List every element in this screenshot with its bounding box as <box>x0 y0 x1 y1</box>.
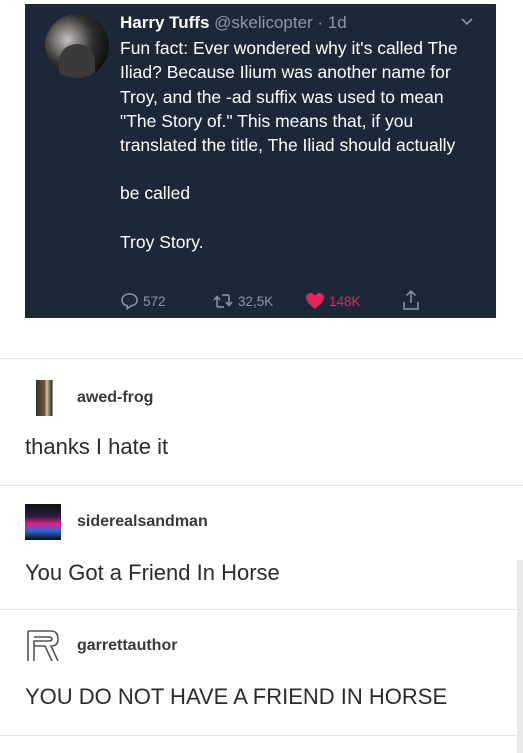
reblog-header: siderealsandman <box>25 504 208 540</box>
tweet-paragraph: Fun fact: Ever wondered why it's called … <box>120 38 458 156</box>
divider <box>0 735 523 736</box>
tweet-paragraph: be called <box>120 183 191 204</box>
tweet-author-avatar[interactable] <box>45 14 109 78</box>
tweet-actions: 572 32,5K 148K <box>120 289 460 314</box>
tweet-author-name[interactable]: Harry Tuffs <box>120 13 209 32</box>
like-count: 148K <box>329 293 361 309</box>
username[interactable]: siderealsandman <box>77 513 208 531</box>
letter-r-avatar-icon[interactable] <box>25 628 61 664</box>
retweet-count: 32,5K <box>238 293 274 309</box>
reblog-text: YOU DO NOT HAVE A FRIEND IN HORSE <box>25 684 448 709</box>
username[interactable]: garrettauthor <box>77 637 177 655</box>
reblog-text: You Got a Friend In Horse <box>25 560 280 585</box>
divider <box>0 609 523 610</box>
neon-avatar-icon[interactable] <box>25 504 61 540</box>
reply-count: 572 <box>143 293 166 309</box>
share-icon <box>403 289 419 310</box>
divider <box>0 485 523 486</box>
chevron-down-icon[interactable] <box>460 17 474 27</box>
reblog-header: garrettauthor <box>25 628 177 664</box>
retweet-button[interactable]: 32,5K <box>212 292 273 310</box>
scrollbar[interactable] <box>517 560 523 753</box>
heart-icon <box>306 293 324 309</box>
tweet-separator: · <box>312 13 328 32</box>
share-button[interactable] <box>402 289 420 311</box>
tweet-author-handle[interactable]: @skelicopter <box>214 13 313 32</box>
reblog-text: thanks I hate it <box>25 434 169 459</box>
reply-icon <box>121 293 138 310</box>
like-button[interactable]: 148K <box>305 292 361 310</box>
tweet-text: Fun fact: Ever wondered why it's called … <box>120 36 480 254</box>
tweet-time[interactable]: 1d <box>328 13 347 32</box>
retweet-icon <box>213 294 233 308</box>
tweet-header: Harry Tuffs @skelicopter · 1d <box>120 12 347 34</box>
username[interactable]: awed-frog <box>77 389 153 407</box>
reply-button[interactable]: 572 <box>120 292 166 310</box>
reblog-header: awed-frog <box>25 380 153 416</box>
tweet-paragraph: Troy Story. <box>120 231 204 252</box>
tweet-card: Harry Tuffs @skelicopter · 1d Fun fact: … <box>25 4 496 318</box>
frog-avatar-icon[interactable] <box>25 380 61 416</box>
divider <box>0 358 523 359</box>
letter-r-icon <box>27 630 59 662</box>
